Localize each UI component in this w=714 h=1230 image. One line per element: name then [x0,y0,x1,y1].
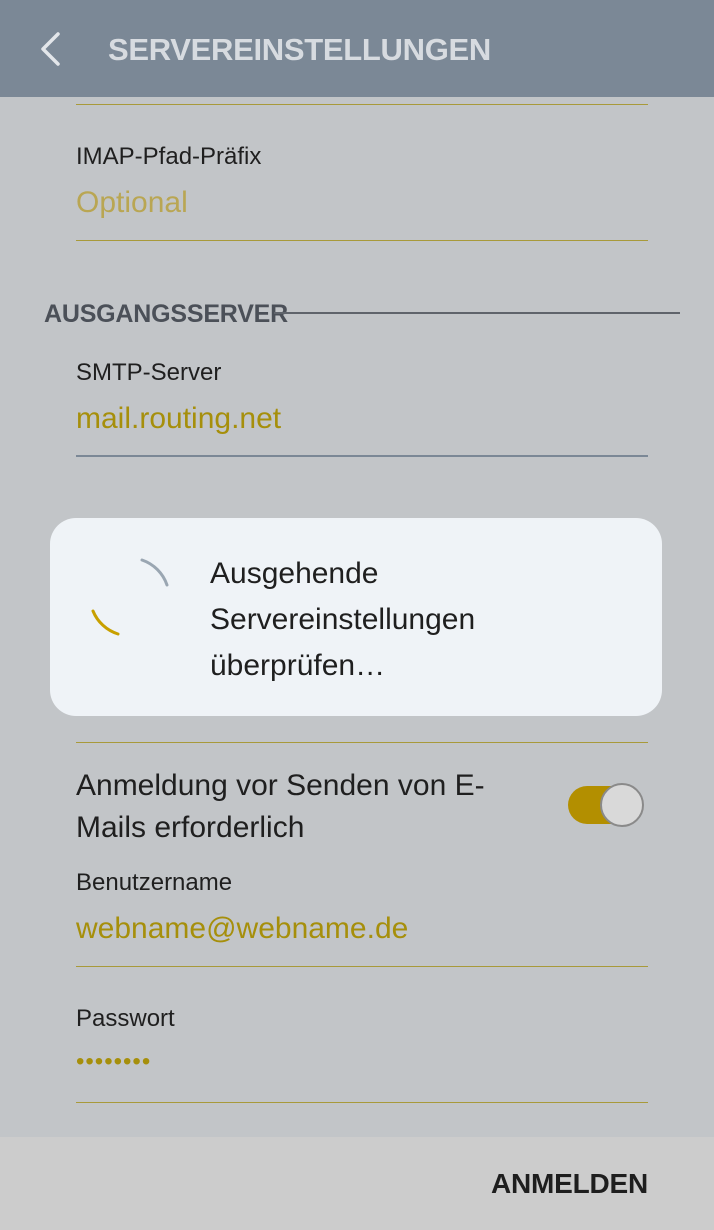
username-label: Benutzername [76,869,233,896]
progress-message: Ausgehende Servereinstellungen überprüfe… [210,551,630,689]
chevron-left-icon[interactable] [34,28,68,70]
imap-prefix-input[interactable]: Optional [76,186,188,220]
page-title: SERVEREINSTELLUNGEN [108,32,492,67]
field-divider [76,1102,648,1103]
login-button[interactable]: ANMELDEN [491,1168,648,1200]
progress-message-line: Servereinstellungen [210,603,476,636]
field-divider [76,742,648,743]
field-divider [76,966,648,967]
require-login-label: Anmeldung vor Senden von E-Mails erforde… [76,769,485,844]
imap-prefix-label: IMAP-Pfad-Präfix [76,143,262,170]
field-divider-focused [76,455,648,457]
progress-message-line: überprüfen… [210,649,386,682]
password-label: Passwort [76,1005,175,1032]
require-login-switch[interactable] [568,783,644,827]
progress-message-line: Ausgehende [210,557,379,590]
app-bar: SERVEREINSTELLUNGEN [0,0,714,97]
password-input[interactable]: •••••••• [76,1048,151,1076]
field-divider [76,104,648,105]
smtp-server-input[interactable]: mail.routing.net [76,402,281,436]
section-header-outgoing: AUSGANGSSERVER [44,300,289,328]
username-input[interactable]: webname@webname.de [76,912,408,946]
smtp-server-label: SMTP-Server [76,359,222,386]
section-divider [274,312,680,314]
loading-spinner-icon [91,558,169,636]
field-divider [76,240,648,241]
switch-thumb [600,783,644,827]
